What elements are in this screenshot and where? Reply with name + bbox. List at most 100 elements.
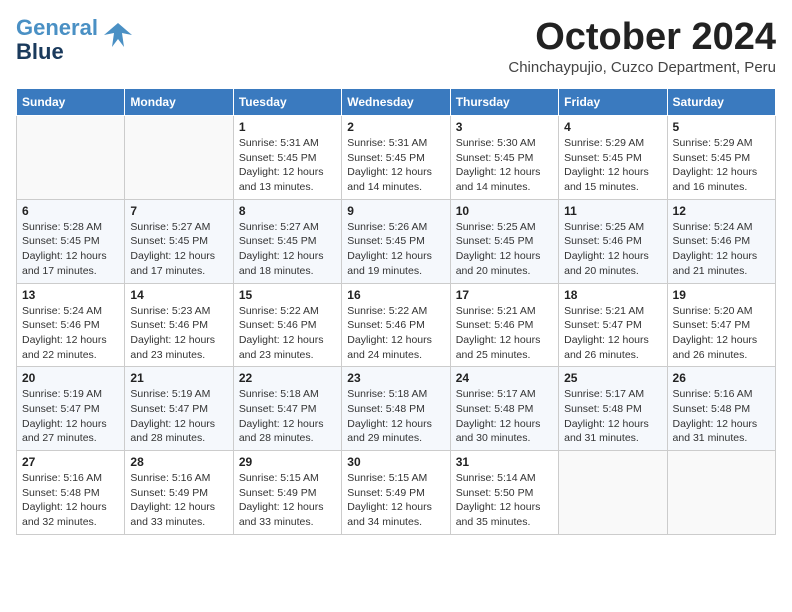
calendar-cell: 21 Sunrise: 5:19 AMSunset: 5:47 PMDayligh… [125,367,233,451]
cell-sun-info: Sunrise: 5:22 AMSunset: 5:46 PMDaylight:… [239,304,336,363]
cell-sun-info: Sunrise: 5:19 AMSunset: 5:47 PMDaylight:… [130,387,227,446]
cell-sun-info: Sunrise: 5:17 AMSunset: 5:48 PMDaylight:… [564,387,661,446]
calendar-cell: 23 Sunrise: 5:18 AMSunset: 5:48 PMDayligh… [342,367,450,451]
day-number: 28 [130,455,227,469]
calendar-cell: 2 Sunrise: 5:31 AMSunset: 5:45 PMDaylight… [342,116,450,200]
calendar-week-row: 27 Sunrise: 5:16 AMSunset: 5:48 PMDayligh… [17,451,776,535]
calendar-cell [667,451,775,535]
calendar-cell: 6Sunrise: 5:28 AMSunset: 5:45 PMDaylight… [17,199,125,283]
calendar-cell: 4Sunrise: 5:29 AMSunset: 5:45 PMDaylight… [559,116,667,200]
calendar-week-row: 20 Sunrise: 5:19 AMSunset: 5:47 PMDayligh… [17,367,776,451]
day-number: 21 [130,371,227,385]
calendar-header-row: SundayMondayTuesdayWednesdayThursdayFrid… [17,89,776,116]
day-number: 16 [347,288,444,302]
day-of-week-header: Sunday [17,89,125,116]
day-number: 30 [347,455,444,469]
day-number: 6 [22,204,119,218]
cell-sun-info: Sunrise: 5:23 AMSunset: 5:46 PMDaylight:… [130,304,227,363]
day-number: 22 [239,371,336,385]
cell-sun-info: Sunrise: 5:31 AMSunset: 5:45 PMDaylight:… [239,136,336,195]
calendar-cell: 30 Sunrise: 5:15 AMSunset: 5:49 PMDayligh… [342,451,450,535]
day-number: 2 [347,120,444,134]
calendar-week-row: 1Sunrise: 5:31 AMSunset: 5:45 PMDaylight… [17,116,776,200]
calendar-cell [125,116,233,200]
calendar-cell: 12 Sunrise: 5:24 AMSunset: 5:46 PMDayligh… [667,199,775,283]
calendar-cell: 3Sunrise: 5:30 AMSunset: 5:45 PMDaylight… [450,116,558,200]
calendar-cell: 5 Sunrise: 5:29 AMSunset: 5:45 PMDaylight… [667,116,775,200]
day-number: 19 [673,288,770,302]
cell-sun-info: Sunrise: 5:24 AMSunset: 5:46 PMDaylight:… [673,220,770,279]
day-of-week-header: Wednesday [342,89,450,116]
calendar-cell: 26 Sunrise: 5:16 AMSunset: 5:48 PMDayligh… [667,367,775,451]
cell-sun-info: Sunrise: 5:24 AMSunset: 5:46 PMDaylight:… [22,304,119,363]
cell-sun-info: Sunrise: 5:29 AMSunset: 5:45 PMDaylight:… [673,136,770,195]
cell-sun-info: Sunrise: 5:25 AMSunset: 5:45 PMDaylight:… [456,220,553,279]
calendar-cell: 13 Sunrise: 5:24 AMSunset: 5:46 PMDayligh… [17,283,125,367]
day-number: 12 [673,204,770,218]
cell-sun-info: Sunrise: 5:16 AMSunset: 5:48 PMDaylight:… [22,471,119,530]
calendar-cell: 17 Sunrise: 5:21 AMSunset: 5:46 PMDayligh… [450,283,558,367]
calendar-cell: 22Sunrise: 5:18 AMSunset: 5:47 PMDayligh… [233,367,341,451]
logo: GeneralBlue [16,16,132,64]
calendar-cell: 18 Sunrise: 5:21 AMSunset: 5:47 PMDayligh… [559,283,667,367]
day-number: 10 [456,204,553,218]
calendar-cell: 7 Sunrise: 5:27 AMSunset: 5:45 PMDaylight… [125,199,233,283]
cell-sun-info: Sunrise: 5:29 AMSunset: 5:45 PMDaylight:… [564,136,661,195]
day-number: 3 [456,120,553,134]
cell-sun-info: Sunrise: 5:21 AMSunset: 5:47 PMDaylight:… [564,304,661,363]
calendar-cell: 31 Sunrise: 5:14 AMSunset: 5:50 PMDayligh… [450,451,558,535]
day-number: 13 [22,288,119,302]
calendar-subtitle: Chinchaypujio, Cuzco Department, Peru [508,59,776,76]
day-number: 23 [347,371,444,385]
calendar-cell: 19 Sunrise: 5:20 AMSunset: 5:47 PMDayligh… [667,283,775,367]
day-number: 24 [456,371,553,385]
day-number: 7 [130,204,227,218]
cell-sun-info: Sunrise: 5:15 AMSunset: 5:49 PMDaylight:… [239,471,336,530]
cell-sun-info: Sunrise: 5:20 AMSunset: 5:47 PMDaylight:… [673,304,770,363]
calendar-week-row: 13 Sunrise: 5:24 AMSunset: 5:46 PMDayligh… [17,283,776,367]
cell-sun-info: Sunrise: 5:16 AMSunset: 5:48 PMDaylight:… [673,387,770,446]
day-number: 18 [564,288,661,302]
day-number: 31 [456,455,553,469]
day-of-week-header: Monday [125,89,233,116]
calendar-cell: 1Sunrise: 5:31 AMSunset: 5:45 PMDaylight… [233,116,341,200]
title-block: October 2024 Chinchaypujio, Cuzco Depart… [508,16,776,76]
day-number: 20 [22,371,119,385]
day-number: 5 [673,120,770,134]
day-number: 17 [456,288,553,302]
day-number: 25 [564,371,661,385]
calendar-cell: 28 Sunrise: 5:16 AMSunset: 5:49 PMDayligh… [125,451,233,535]
calendar-table: SundayMondayTuesdayWednesdayThursdayFrid… [16,88,776,535]
calendar-cell: 10 Sunrise: 5:25 AMSunset: 5:45 PMDayligh… [450,199,558,283]
cell-sun-info: Sunrise: 5:26 AMSunset: 5:45 PMDaylight:… [347,220,444,279]
cell-sun-info: Sunrise: 5:15 AMSunset: 5:49 PMDaylight:… [347,471,444,530]
day-number: 11 [564,204,661,218]
calendar-cell: 29 Sunrise: 5:15 AMSunset: 5:49 PMDayligh… [233,451,341,535]
day-number: 9 [347,204,444,218]
cell-sun-info: Sunrise: 5:31 AMSunset: 5:45 PMDaylight:… [347,136,444,195]
cell-sun-info: Sunrise: 5:27 AMSunset: 5:45 PMDaylight:… [239,220,336,279]
day-number: 8 [239,204,336,218]
calendar-week-row: 6Sunrise: 5:28 AMSunset: 5:45 PMDaylight… [17,199,776,283]
logo-text: GeneralBlue [16,15,98,64]
calendar-cell: 14 Sunrise: 5:23 AMSunset: 5:46 PMDayligh… [125,283,233,367]
day-number: 26 [673,371,770,385]
cell-sun-info: Sunrise: 5:19 AMSunset: 5:47 PMDaylight:… [22,387,119,446]
day-number: 29 [239,455,336,469]
cell-sun-info: Sunrise: 5:27 AMSunset: 5:45 PMDaylight:… [130,220,227,279]
cell-sun-info: Sunrise: 5:17 AMSunset: 5:48 PMDaylight:… [456,387,553,446]
cell-sun-info: Sunrise: 5:21 AMSunset: 5:46 PMDaylight:… [456,304,553,363]
cell-sun-info: Sunrise: 5:25 AMSunset: 5:46 PMDaylight:… [564,220,661,279]
day-number: 14 [130,288,227,302]
cell-sun-info: Sunrise: 5:18 AMSunset: 5:48 PMDaylight:… [347,387,444,446]
cell-sun-info: Sunrise: 5:14 AMSunset: 5:50 PMDaylight:… [456,471,553,530]
calendar-cell: 16Sunrise: 5:22 AMSunset: 5:46 PMDayligh… [342,283,450,367]
day-of-week-header: Saturday [667,89,775,116]
calendar-cell: 11 Sunrise: 5:25 AMSunset: 5:46 PMDayligh… [559,199,667,283]
logo-bird-icon [104,21,132,49]
day-number: 27 [22,455,119,469]
day-number: 15 [239,288,336,302]
day-of-week-header: Thursday [450,89,558,116]
calendar-cell: 8 Sunrise: 5:27 AMSunset: 5:45 PMDaylight… [233,199,341,283]
cell-sun-info: Sunrise: 5:16 AMSunset: 5:49 PMDaylight:… [130,471,227,530]
